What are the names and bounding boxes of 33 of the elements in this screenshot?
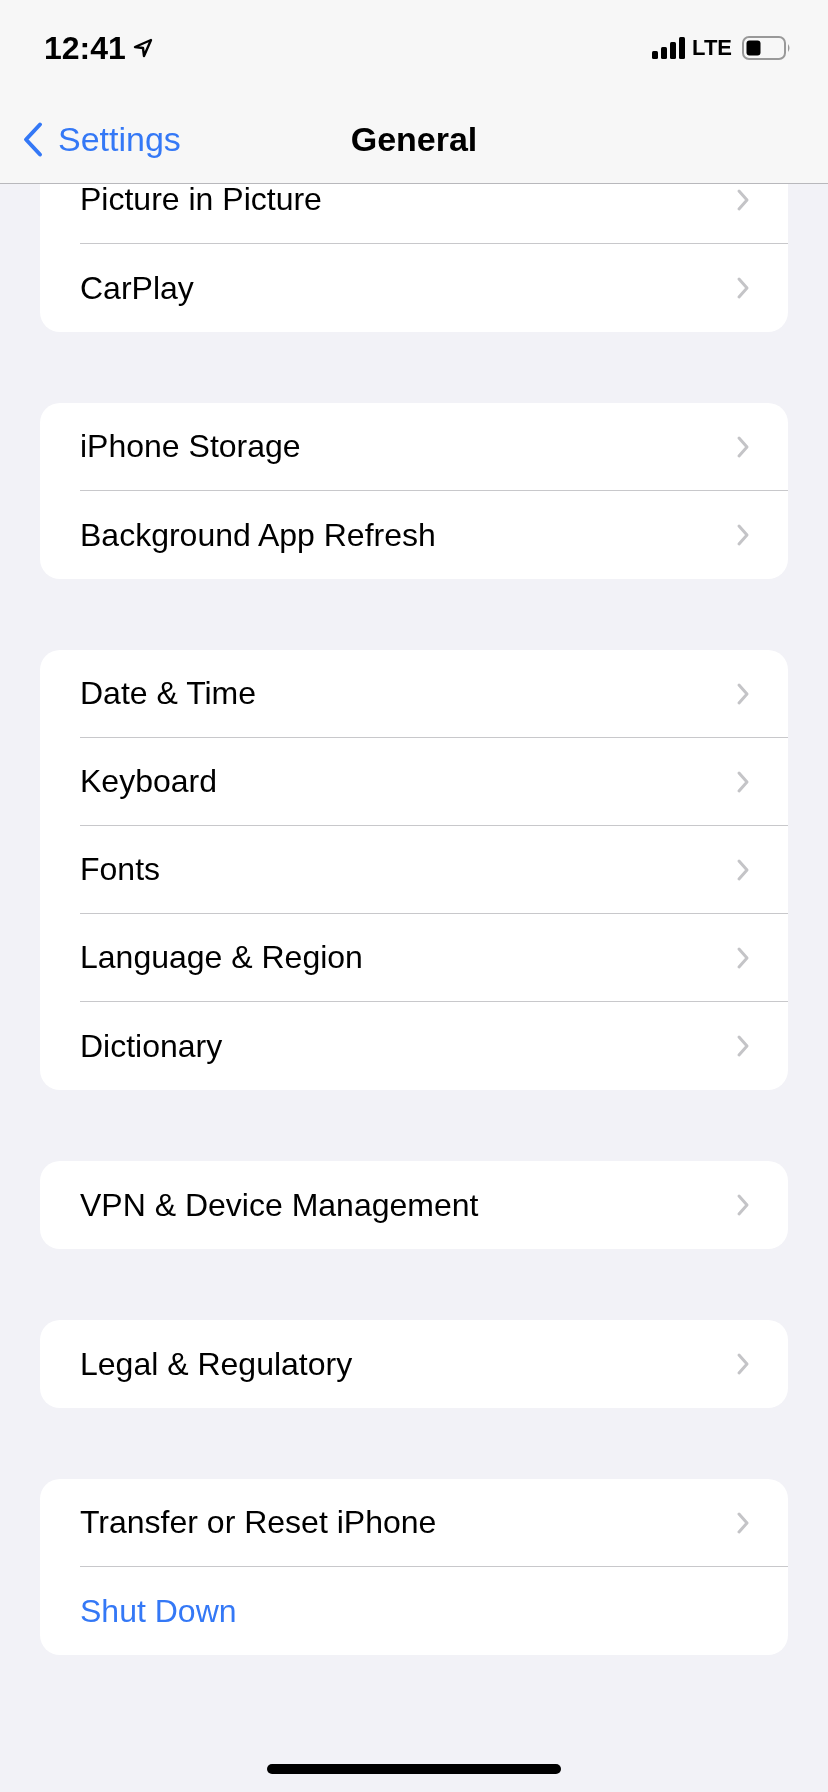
chevron-icon <box>736 681 750 706</box>
chevron-icon <box>736 857 750 882</box>
chevron-icon <box>736 1510 750 1535</box>
chevron-icon <box>736 1034 750 1058</box>
status-time: 12:41 <box>44 29 126 67</box>
settings-row[interactable]: Transfer or Reset iPhone <box>80 1479 788 1567</box>
signal-icon <box>652 37 687 59</box>
chevron-icon <box>736 945 750 970</box>
settings-row[interactable]: Keyboard <box>80 738 788 826</box>
settings-row[interactable]: Dictionary <box>80 1002 788 1090</box>
chevron-icon <box>736 187 750 212</box>
action-row[interactable]: Shut Down <box>80 1567 788 1655</box>
settings-row[interactable]: VPN & Device Management <box>80 1161 788 1249</box>
chevron-icon <box>736 434 750 459</box>
settings-row[interactable]: iPhone Storage <box>80 403 788 491</box>
settings-row[interactable]: Language & Region <box>80 914 788 1002</box>
settings-row[interactable]: Background App Refresh <box>80 491 788 579</box>
location-arrow-icon <box>131 37 154 59</box>
network-type: LTE <box>692 35 732 61</box>
chevron-icon <box>736 769 750 794</box>
settings-row[interactable]: Fonts <box>80 826 788 914</box>
settings-row[interactable]: CarPlay <box>80 244 788 332</box>
settings-row[interactable]: Date & Time <box>80 650 788 738</box>
back-button[interactable]: Settings <box>22 119 181 159</box>
chevron-icon <box>736 1193 750 1217</box>
settings-row[interactable]: Legal & Regulatory <box>80 1320 788 1408</box>
chevron-icon <box>736 276 750 300</box>
chevron-icon <box>736 523 750 547</box>
back-chevron-icon <box>22 121 44 157</box>
chevron-icon <box>736 1352 750 1376</box>
settings-row[interactable]: Picture in Picture <box>80 184 788 244</box>
battery-icon <box>742 36 792 60</box>
nav-title: General <box>350 119 478 159</box>
